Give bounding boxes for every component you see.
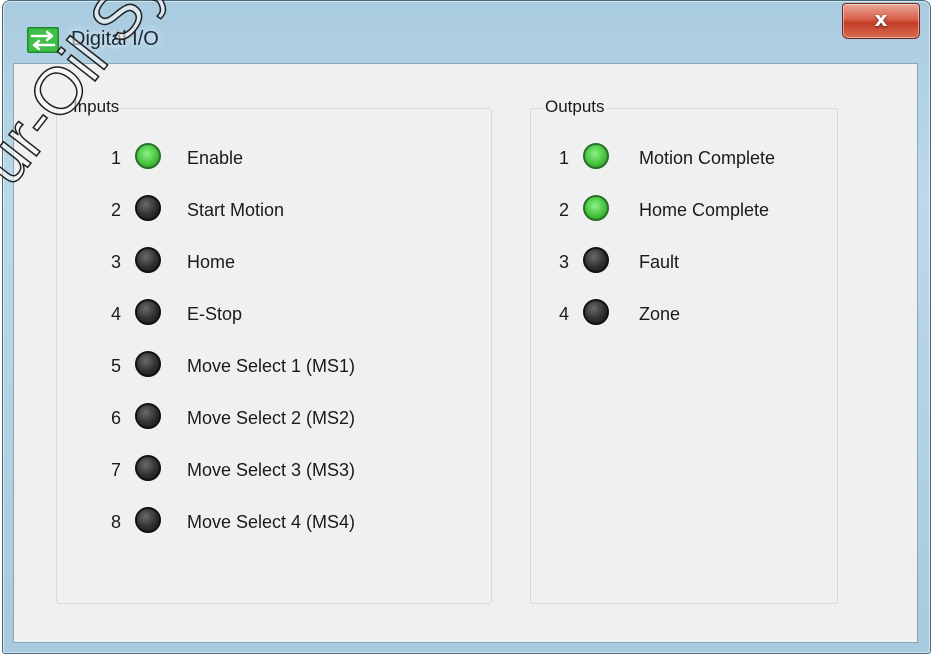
io-label: Move Select 3 (MS3) xyxy=(187,460,356,480)
window-title: Digital I/O xyxy=(71,28,159,50)
io-number: 2 xyxy=(558,200,569,220)
status-led-icon xyxy=(583,195,609,221)
io-number: 4 xyxy=(110,304,121,324)
status-led-icon xyxy=(135,455,161,481)
io-label: Move Select 2 (MS2) xyxy=(187,408,356,428)
io-label: Move Select 1 (MS1) xyxy=(187,356,356,376)
io-number: 4 xyxy=(558,304,569,324)
io-number: 3 xyxy=(110,252,121,272)
outputs-group: Outputs 1 Motion Complete 2 Home Complete 3 F… xyxy=(530,97,838,604)
inputs-group: Inputs 1 Enable 2 Start Motion 3 Home 4 E-Stop 5… xyxy=(56,97,492,604)
close-button[interactable]: x xyxy=(842,3,920,39)
io-exchange-icon xyxy=(27,27,59,53)
io-label: Zone xyxy=(639,304,681,324)
io-number: 6 xyxy=(110,408,121,428)
inputs-group-label: Inputs xyxy=(71,97,122,117)
io-number: 8 xyxy=(110,512,121,532)
io-label: Start Motion xyxy=(187,200,285,220)
status-led-icon xyxy=(135,143,161,169)
status-led-icon xyxy=(135,247,161,273)
io-number: 7 xyxy=(110,460,121,480)
status-led-icon xyxy=(583,143,609,169)
status-led-icon xyxy=(583,247,609,273)
status-led-icon xyxy=(135,507,161,533)
io-label: Motion Complete xyxy=(639,148,776,168)
io-number: 2 xyxy=(110,200,121,220)
status-led-icon xyxy=(135,195,161,221)
client-area: Inputs 1 Enable 2 Start Motion 3 Home 4 E-Stop 5… xyxy=(13,63,918,643)
io-label: Enable xyxy=(187,148,244,168)
io-label: Home Complete xyxy=(639,200,770,220)
io-number: 1 xyxy=(558,148,569,168)
io-number: 1 xyxy=(110,148,121,168)
io-label: Fault xyxy=(639,252,680,272)
title-bar[interactable]: Digital I/O x xyxy=(3,1,930,63)
status-led-icon xyxy=(583,299,609,325)
status-led-icon xyxy=(135,403,161,429)
close-icon: x xyxy=(874,7,888,31)
digital-io-window: Digital I/O x Inputs 1 Enable 2 Start Motio… xyxy=(0,0,931,654)
io-label: Home xyxy=(187,252,236,272)
io-number: 5 xyxy=(110,356,121,376)
status-led-icon xyxy=(135,299,161,325)
status-led-icon xyxy=(135,351,161,377)
io-number: 3 xyxy=(558,252,569,272)
io-label: Move Select 4 (MS4) xyxy=(187,512,356,532)
outputs-group-label: Outputs xyxy=(543,97,607,117)
io-label: E-Stop xyxy=(187,304,243,324)
